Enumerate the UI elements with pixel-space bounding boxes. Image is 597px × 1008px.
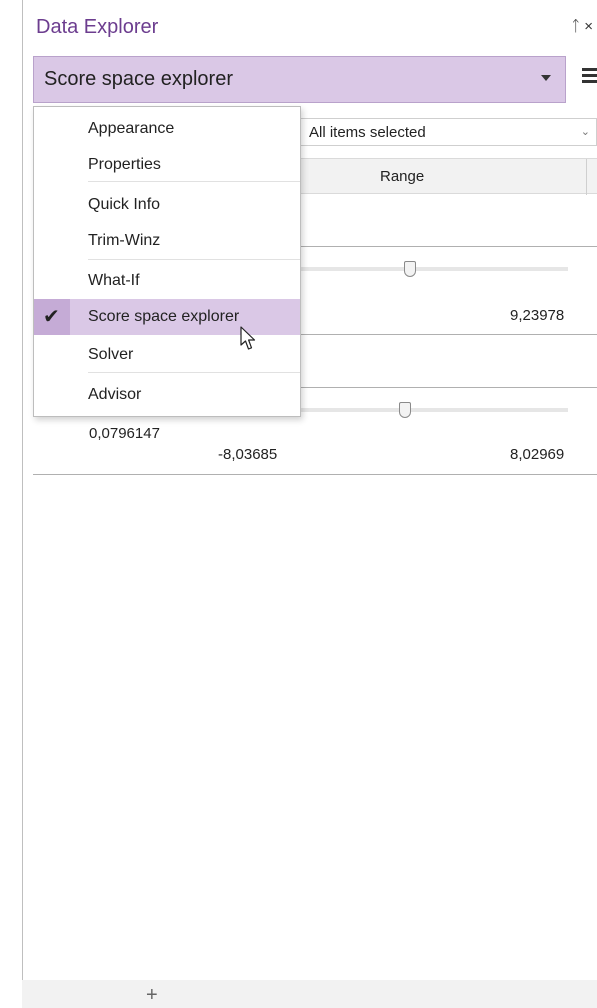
menu-separator — [88, 372, 300, 373]
caret-down-icon[interactable] — [541, 75, 551, 81]
check-icon: ✔ — [34, 299, 70, 335]
column-divider[interactable] — [586, 159, 587, 195]
filter-dropdown[interactable]: All items selected ⌄ — [300, 118, 597, 146]
window-frame — [0, 0, 22, 1008]
filter-value: All items selected — [309, 124, 426, 141]
row-separator — [300, 334, 597, 335]
menu-item-label: Solver — [88, 346, 134, 363]
menu-item-advisor[interactable]: Advisor — [34, 377, 300, 413]
range-slider-thumb[interactable] — [404, 261, 416, 277]
menu-item-label: Advisor — [88, 386, 142, 403]
plus-icon[interactable]: + — [146, 984, 158, 1007]
column-header-range[interactable]: Range — [380, 168, 424, 185]
menu-item-label: Score space explorer — [88, 308, 240, 325]
range-max-value: 8,02969 — [510, 446, 565, 463]
explorer-menu: Appearance Properties Quick Info Trim-Wi… — [33, 106, 301, 417]
hamburger-icon[interactable] — [582, 68, 597, 84]
menu-item-appearance[interactable]: Appearance — [34, 111, 300, 147]
row-separator — [300, 246, 597, 247]
panel-title: Data Explorer — [36, 16, 159, 38]
current-value: 0,0796147 — [89, 425, 160, 442]
menu-item-solver[interactable]: Solver — [34, 337, 300, 373]
bottom-toolbar — [22, 980, 597, 1008]
menu-item-trim-winz[interactable]: Trim-Winz — [34, 223, 300, 259]
menu-item-what-if[interactable]: What-If — [34, 263, 300, 299]
explorer-selector[interactable]: Score space explorer — [33, 56, 566, 103]
mouse-pointer-icon — [240, 326, 256, 350]
row-separator — [33, 474, 597, 475]
menu-item-properties[interactable]: Properties — [34, 147, 300, 183]
range-slider-thumb[interactable] — [399, 402, 411, 418]
chevron-down-icon[interactable]: ⌄ — [581, 125, 590, 138]
close-icon[interactable]: × — [584, 18, 597, 35]
menu-item-quick-info[interactable]: Quick Info — [34, 187, 300, 223]
menu-item-label: Trim-Winz — [88, 232, 161, 249]
range-slider-track[interactable] — [300, 267, 568, 271]
panel-border — [22, 0, 23, 980]
range-max-value: 9,23978 — [510, 307, 565, 324]
title-bar-controls[interactable]: ᛏ× — [571, 18, 597, 35]
selector-value: Score space explorer — [44, 68, 233, 90]
table-header: Range — [300, 158, 597, 195]
menu-item-score-space-explorer[interactable]: ✔ Score space explorer — [34, 299, 300, 335]
range-min-value: -8,03685 — [218, 446, 278, 463]
pin-icon[interactable]: ᛏ — [571, 18, 584, 35]
menu-item-label: What-If — [88, 272, 140, 289]
range-slider-track[interactable] — [300, 408, 568, 412]
menu-separator — [88, 181, 300, 182]
menu-item-label: Quick Info — [88, 196, 161, 213]
menu-item-label: Appearance — [88, 120, 175, 137]
menu-item-label: Properties — [88, 156, 161, 173]
row-separator — [300, 387, 597, 388]
menu-separator — [88, 259, 300, 260]
